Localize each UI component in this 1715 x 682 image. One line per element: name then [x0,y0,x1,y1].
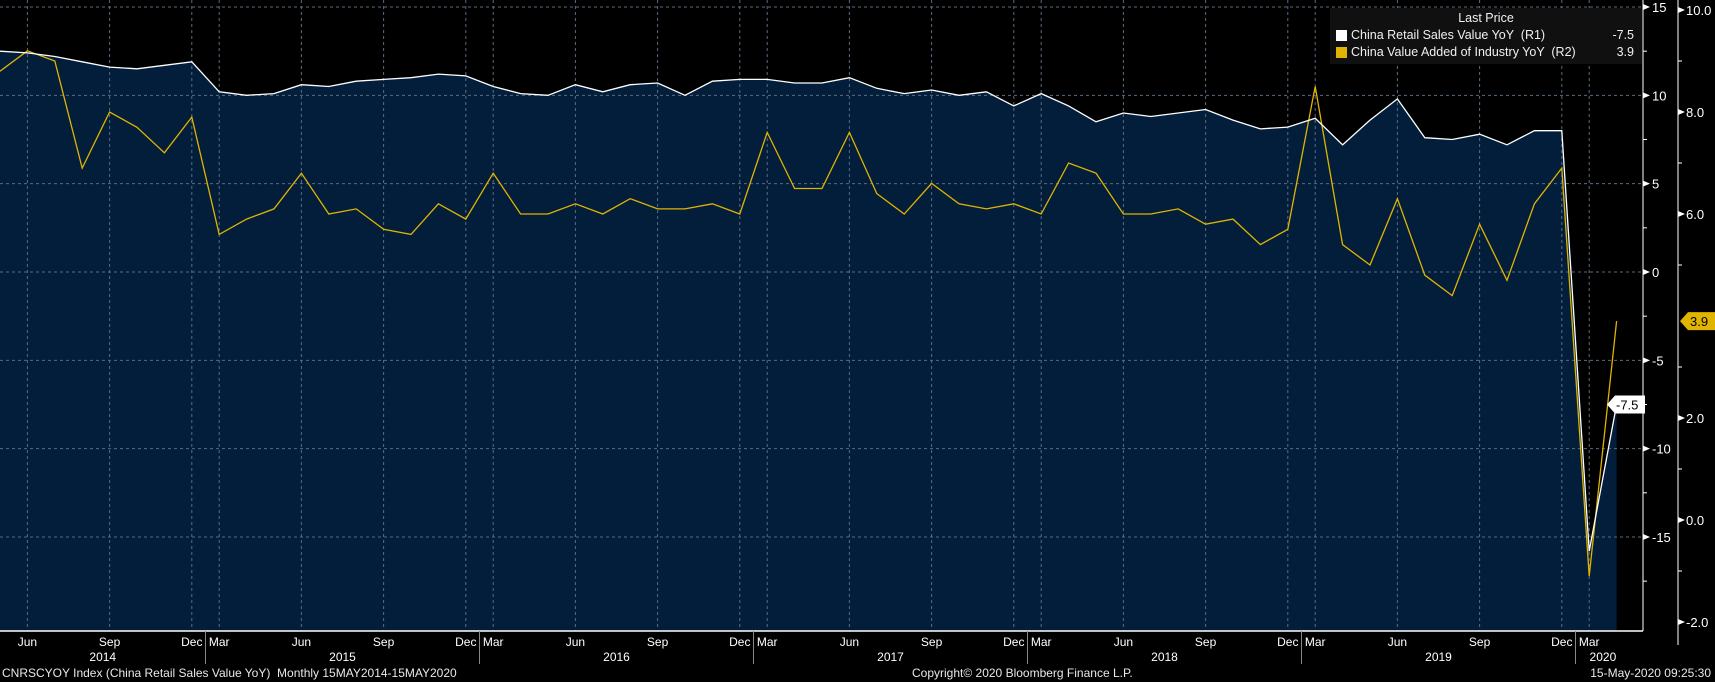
r2-tick-label: 10.0 [1686,3,1711,18]
r2-tick-label: 6.0 [1686,207,1704,222]
r1-tick-label: 10 [1652,88,1666,103]
r1-tick-arrow [1643,357,1650,364]
r1-tick-label: 5 [1652,177,1659,192]
r1-tick-label: -15 [1652,530,1671,545]
legend-label: China Value Added of Industry YoY (R2) [1351,45,1576,59]
r2-tick-arrow [1678,415,1685,421]
x-month-label: Jun [292,635,311,649]
r2-tick-label: 0.0 [1686,513,1704,528]
x-month-label: Jun [18,635,37,649]
r1-tick-label: 0 [1652,265,1659,280]
chart-canvas: 15 10 5 0 -5 -10 -15 10.0 8.0 6.0 2.0 0.0 -2.0 -7.5 3.… [0,0,1715,664]
legend-value: 3.9 [1616,45,1634,59]
x-month-label: Dec [1277,635,1298,649]
legend-entry-retail-sales: China Retail Sales Value YoY (R1) -7.5 [1336,27,1634,43]
x-month-label: Mar [1031,635,1052,649]
r1-tick-arrow [1643,445,1650,452]
x-year-label: 2020 [1590,650,1617,664]
r1-last-value: -7.5 [1616,398,1638,413]
r1-tick-arrow [1643,4,1650,10]
legend: Last Price China Retail Sales Value YoY … [1330,8,1642,64]
legend-entry-industry: China Value Added of Industry YoY (R2) 3… [1336,44,1634,60]
x-month-label: Dec [455,635,476,649]
x-month-label: Mar [1579,635,1600,649]
x-month-label: Sep [1469,635,1491,649]
r1-tick-label: 15 [1652,0,1666,15]
x-month-label: Sep [1195,635,1217,649]
x-year-label: 2017 [877,650,904,664]
r1-tick-arrow [1643,180,1650,187]
x-year-label: 2016 [603,650,630,664]
x-year-label: 2019 [1425,650,1452,664]
footer-copyright: Copyright© 2020 Bloomberg Finance L.P. [912,666,1133,680]
x-month-label: Mar [757,635,778,649]
x-month-label: Sep [647,635,669,649]
footer-timestamp: 15-May-2020 09:25:30 [1590,666,1711,680]
x-month-label: Dec [181,635,202,649]
legend-value: -7.5 [1612,28,1634,42]
r2-tick-label: -2.0 [1686,615,1708,630]
r2-tick-arrow [1678,517,1685,523]
r1-tick-arrow [1643,269,1650,275]
x-month-label: Dec [1551,635,1572,649]
x-month-label: Jun [1114,635,1133,649]
r1-tick-arrow [1643,534,1650,540]
x-month-label: Sep [99,635,121,649]
footer-ticker: CNRSCYOY Index (China Retail Sales Value… [2,666,457,680]
r2-tick-arrow [1678,619,1685,625]
x-month-label: Dec [729,635,750,649]
x-month-label: Jun [1388,635,1407,649]
retail-sales-area [0,51,1617,631]
r1-tick-arrow [1643,92,1650,99]
r2-last-value: 3.9 [1690,314,1708,329]
r2-tick-arrow [1678,109,1685,115]
x-month-label: Jun [840,635,859,649]
x-year-label: 2018 [1151,650,1178,664]
x-month-label: Mar [483,635,504,649]
r2-tick-arrow [1678,211,1685,217]
r2-tick-arrow [1678,7,1685,13]
x-month-label: Jun [566,635,585,649]
r1-tick-label: -5 [1652,353,1664,368]
legend-swatch-yellow [1336,46,1347,58]
x-year-label: 2015 [329,650,356,664]
legend-label: China Retail Sales Value YoY (R1) [1351,28,1546,42]
legend-swatch-white [1336,29,1347,41]
x-month-label: Sep [921,635,943,649]
legend-header: Last Price [1458,11,1514,25]
x-month-label: Mar [1305,635,1326,649]
r1-tick-label: -10 [1652,442,1671,457]
x-month-label: Sep [373,635,395,649]
x-year-label: 2014 [89,650,116,664]
x-month-label: Mar [209,635,230,649]
r2-tick-label: 8.0 [1686,105,1704,120]
r2-tick-label: 2.0 [1686,411,1704,426]
x-month-label: Dec [1003,635,1024,649]
